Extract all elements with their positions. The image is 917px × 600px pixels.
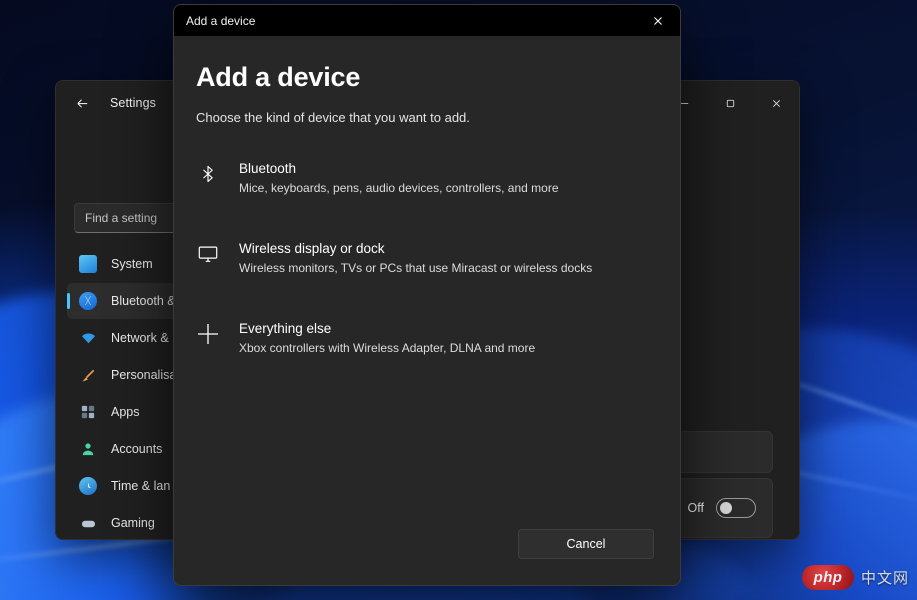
option-text: Wireless display or dock Wireless monito…: [239, 239, 592, 276]
close-icon[interactable]: [635, 5, 680, 36]
watermark-badge: php: [802, 565, 854, 590]
close-button[interactable]: [753, 81, 799, 125]
dialog-titlebar: Add a device: [174, 5, 680, 36]
maximize-button[interactable]: [707, 81, 753, 125]
sidebar-item-label: Time & lan: [111, 479, 170, 493]
window-controls: [661, 81, 799, 125]
option-description: Xbox controllers with Wireless Adapter, …: [239, 340, 535, 356]
option-title: Wireless display or dock: [239, 240, 592, 257]
sidebar-item-label: Network &: [111, 331, 169, 345]
bluetooth-icon: ᚷ: [79, 292, 97, 310]
option-text: Bluetooth Mice, keyboards, pens, audio d…: [239, 159, 559, 196]
monitor-icon: [79, 255, 97, 273]
settings-window-title: Settings: [110, 96, 156, 110]
option-title: Everything else: [239, 320, 535, 337]
sidebar-item-label: Apps: [111, 405, 140, 419]
add-device-dialog: Add a device Add a device Choose the kin…: [173, 4, 681, 586]
option-wireless-display-or-dock[interactable]: Wireless display or dock Wireless monito…: [185, 228, 654, 287]
option-bluetooth[interactable]: Bluetooth Mice, keyboards, pens, audio d…: [185, 148, 654, 207]
clock-icon: [79, 477, 97, 495]
paintbrush-icon: [79, 366, 97, 384]
dialog-heading: Add a device: [196, 62, 654, 93]
sidebar-item-label: Accounts: [111, 442, 162, 456]
option-text: Everything else Xbox controllers with Wi…: [239, 319, 535, 356]
option-title: Bluetooth: [239, 160, 559, 177]
dialog-content: Add a device Choose the kind of device t…: [174, 36, 680, 529]
sidebar-item-label: Personalisa: [111, 368, 176, 382]
option-description: Mice, keyboards, pens, audio devices, co…: [239, 180, 559, 196]
option-description: Wireless monitors, TVs or PCs that use M…: [239, 260, 592, 276]
toggle-row: Off: [688, 498, 756, 518]
toggle-state-label: Off: [688, 501, 704, 515]
apps-grid-icon: [79, 403, 97, 421]
monitor-icon: [196, 242, 220, 266]
desktop: Settings Find a setting: [0, 0, 917, 600]
sidebar-item-label: Bluetooth &: [111, 294, 176, 308]
dialog-footer: Cancel: [174, 529, 680, 585]
bluetooth-icon: [196, 162, 220, 186]
cancel-button[interactable]: Cancel: [518, 529, 654, 559]
dialog-titlebar-title: Add a device: [186, 14, 255, 28]
dialog-subtitle: Choose the kind of device that you want …: [196, 110, 654, 125]
option-everything-else[interactable]: Everything else Xbox controllers with Wi…: [185, 308, 654, 367]
plus-icon: [196, 322, 220, 346]
toggle-knob: [720, 502, 732, 514]
person-icon: [79, 440, 97, 458]
wifi-icon: [79, 329, 97, 347]
watermark: php 中文网: [802, 565, 909, 590]
gamepad-icon: [79, 514, 97, 532]
sidebar-item-label: Gaming: [111, 516, 155, 530]
back-button[interactable]: [66, 87, 98, 119]
watermark-suffix: 中文网: [861, 567, 909, 588]
sidebar-item-label: System: [111, 257, 153, 271]
bluetooth-toggle[interactable]: [716, 498, 756, 518]
device-options-list: Bluetooth Mice, keyboards, pens, audio d…: [185, 148, 654, 388]
